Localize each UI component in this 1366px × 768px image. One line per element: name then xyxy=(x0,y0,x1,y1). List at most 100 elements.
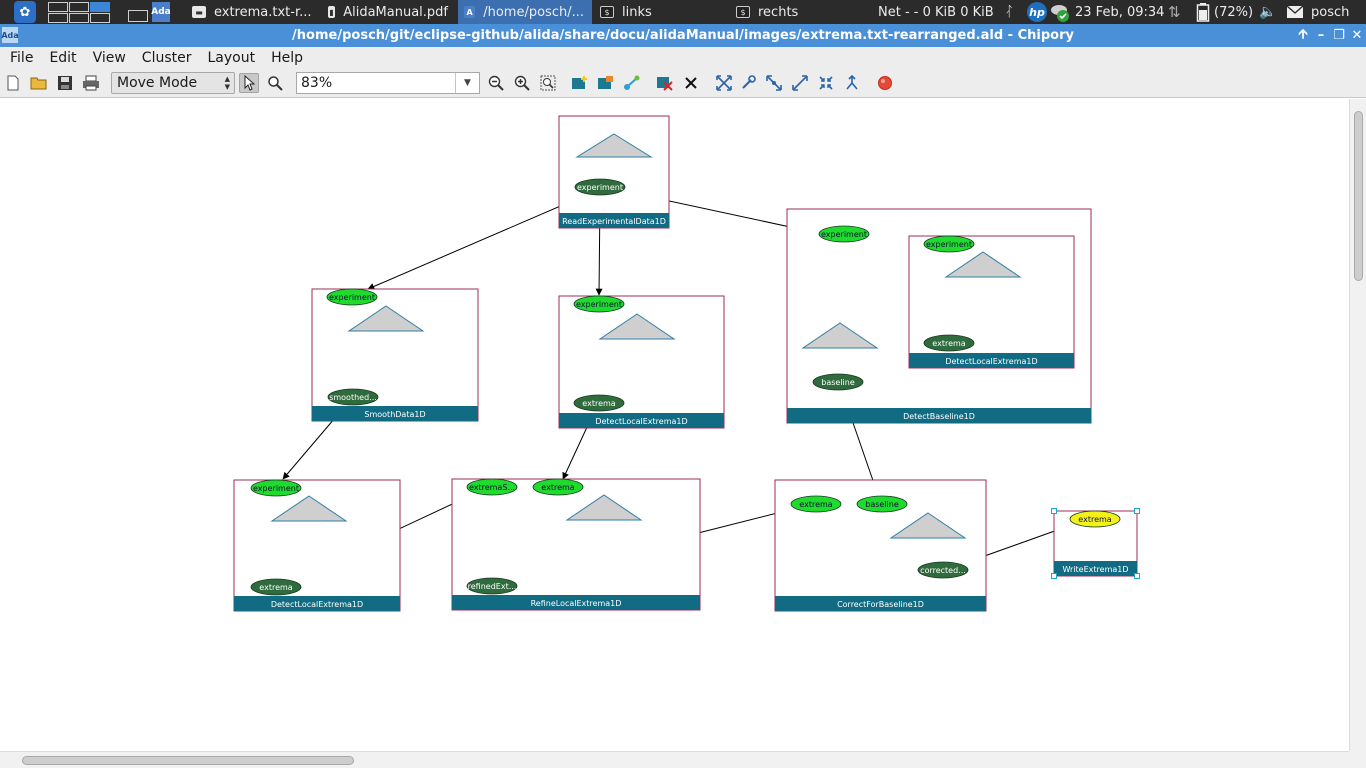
port-label: extrema xyxy=(541,483,574,492)
zoom-out-icon[interactable] xyxy=(486,73,506,93)
run-record-icon[interactable] xyxy=(875,73,895,93)
network-speed-text: Net - - 0 KiB 0 KiB xyxy=(878,4,994,20)
add-port-icon[interactable] xyxy=(596,73,616,93)
port-label: extrema xyxy=(932,339,965,348)
save-icon[interactable] xyxy=(55,73,75,93)
connection-edge[interactable] xyxy=(367,194,587,290)
node-name-label: ReadExperimentalData1D xyxy=(562,217,666,226)
task-label: AlidaManual.pdf xyxy=(343,4,448,20)
menu-help[interactable]: Help xyxy=(263,50,311,66)
workspace-1[interactable] xyxy=(48,1,68,12)
expand-all-icon[interactable] xyxy=(714,73,734,93)
show-desktop-icon[interactable] xyxy=(128,10,148,22)
mail-icon[interactable] xyxy=(1286,0,1304,24)
clock[interactable]: 23 Feb, 09:34 xyxy=(1075,0,1164,24)
new-file-icon[interactable] xyxy=(3,73,23,93)
keep-above-icon[interactable]: 🡩 xyxy=(1294,24,1312,47)
menu-file[interactable]: File xyxy=(0,50,41,66)
maximize-icon[interactable]: ❐ xyxy=(1330,24,1348,47)
unfold-icon[interactable] xyxy=(764,73,784,93)
hp-printer-icon[interactable]: hp xyxy=(1026,0,1048,24)
node-read[interactable]: ReadExperimentalData1D experiment xyxy=(558,115,670,229)
node-detect_top[interactable]: DetectLocalExtrema1D experiment extrema xyxy=(558,295,725,429)
distro-logo-icon[interactable]: ✿ xyxy=(14,1,36,23)
print-icon[interactable] xyxy=(81,73,101,93)
selection-handle[interactable] xyxy=(1134,508,1140,514)
open-folder-icon[interactable] xyxy=(29,73,49,93)
spinner-arrows-icon: ▲ ▼ xyxy=(224,75,230,91)
port-label: refinedExt... xyxy=(468,582,517,591)
tree-layout-icon[interactable] xyxy=(842,73,862,93)
port-label: extrema xyxy=(582,399,615,408)
node-frame[interactable] xyxy=(558,115,670,229)
task-chipory-window[interactable]: A /home/posch/... xyxy=(458,0,592,24)
chipory-app-icon[interactable]: Ada xyxy=(1,27,19,43)
connect-edge-icon[interactable] xyxy=(622,73,642,93)
close-icon[interactable]: ✕ xyxy=(1348,24,1366,47)
chevron-down-icon[interactable]: ▼ xyxy=(455,73,479,93)
selection-handle[interactable] xyxy=(1134,573,1140,579)
vertical-scroll-thumb[interactable] xyxy=(1354,111,1363,281)
task-extrema-editor[interactable]: ▬ extrema.txt-r... xyxy=(186,0,320,24)
menu-view[interactable]: View xyxy=(85,50,134,66)
zoom-in-icon[interactable] xyxy=(512,73,532,93)
node-correct[interactable]: CorrectForBaseline1D extrema baseline corre… xyxy=(774,479,987,612)
node-refine[interactable]: RefineLocalExtrema1D extremaS... extrema re… xyxy=(451,478,701,611)
system-taskbar: ✿ Ada ▬ extrema.txt-r... ▮ AlidaManual.p… xyxy=(0,0,1366,24)
selection-handle[interactable] xyxy=(1051,508,1057,514)
mode-select[interactable]: Move Mode ▲ ▼ xyxy=(111,72,235,94)
zoom-fit-icon[interactable] xyxy=(538,73,558,93)
port-label: baseline xyxy=(821,378,855,387)
node-name-label: WriteExtrema1D xyxy=(1062,565,1128,574)
node-name-label: DetectLocalExtrema1D xyxy=(595,417,687,426)
network-arrows-icon[interactable]: ⇅ xyxy=(1168,0,1181,24)
node-baseline_inner[interactable]: DetectLocalExtrema1D experiment extrema xyxy=(908,235,1075,369)
port-label: extrema xyxy=(799,500,832,509)
node-write[interactable]: WriteExtrema1D extrema xyxy=(1051,508,1140,579)
battery-icon[interactable] xyxy=(1196,0,1210,24)
user-name: posch xyxy=(1311,4,1350,20)
menu-edit[interactable]: Edit xyxy=(41,50,84,66)
menu-layout[interactable]: Layout xyxy=(200,50,264,66)
bluetooth-icon[interactable]: ᛮ xyxy=(1005,0,1013,24)
selection-handle[interactable] xyxy=(1051,573,1057,579)
node-name-label: DetectBaseline1D xyxy=(903,412,975,421)
horizontal-scroll-thumb[interactable] xyxy=(22,756,354,765)
horizontal-scrollbar[interactable] xyxy=(0,751,1349,768)
network-monitor: Net - - 0 KiB 0 KiB xyxy=(878,0,994,24)
task-terminal-links[interactable]: $ links xyxy=(594,0,728,24)
zoom-combo[interactable]: 83% ▼ xyxy=(296,72,480,94)
task-label: extrema.txt-r... xyxy=(214,4,312,20)
delete-icon[interactable] xyxy=(681,73,701,93)
workflow-graph[interactable]: ReadExperimentalData1Dexperiment SmoothDa… xyxy=(0,99,1349,751)
layout-tool-icon[interactable] xyxy=(738,73,758,93)
minimize-icon[interactable]: – xyxy=(1312,24,1330,47)
node-smooth[interactable]: SmoothData1D experiment smoothed... xyxy=(311,288,479,422)
workspace-3[interactable] xyxy=(90,1,110,12)
workspace-4[interactable] xyxy=(48,12,68,23)
magnifier-icon[interactable] xyxy=(265,73,285,93)
fold-icon[interactable] xyxy=(790,73,810,93)
add-node-icon[interactable] xyxy=(570,73,590,93)
vertical-scrollbar[interactable] xyxy=(1349,99,1366,751)
user-menu[interactable]: posch xyxy=(1311,0,1349,24)
menu-cluster[interactable]: Cluster xyxy=(134,50,200,66)
collapse-all-icon[interactable] xyxy=(816,73,836,93)
battery-level: (72%) xyxy=(1214,0,1253,24)
node-detect_bottom[interactable]: DetectLocalExtrema1D experiment extrema xyxy=(233,479,401,612)
port-label: smoothed... xyxy=(329,393,377,402)
node-name-label: RefineLocalExtrema1D xyxy=(531,599,622,608)
task-terminal-rechts[interactable]: $ rechts xyxy=(730,0,864,24)
ada-launcher-icon[interactable]: Ada xyxy=(151,2,171,22)
graph-canvas[interactable]: ReadExperimentalData1D experiment SmoothDa… xyxy=(0,99,1366,768)
select-pointer-icon[interactable] xyxy=(239,73,259,93)
workspace-5[interactable] xyxy=(69,12,89,23)
update-status-icon[interactable] xyxy=(1049,0,1071,24)
delete-node-icon[interactable] xyxy=(655,73,675,93)
workspace-switcher[interactable] xyxy=(48,1,110,23)
task-alidamanual-pdf[interactable]: ▮ AlidaManual.pdf xyxy=(322,0,456,24)
volume-icon[interactable]: 🔈 xyxy=(1259,0,1276,24)
workspace-6[interactable] xyxy=(90,12,110,23)
window-titlebar[interactable]: Ada /home/posch/git/eclipse-github/alida… xyxy=(0,24,1366,47)
workspace-2[interactable] xyxy=(69,1,89,12)
